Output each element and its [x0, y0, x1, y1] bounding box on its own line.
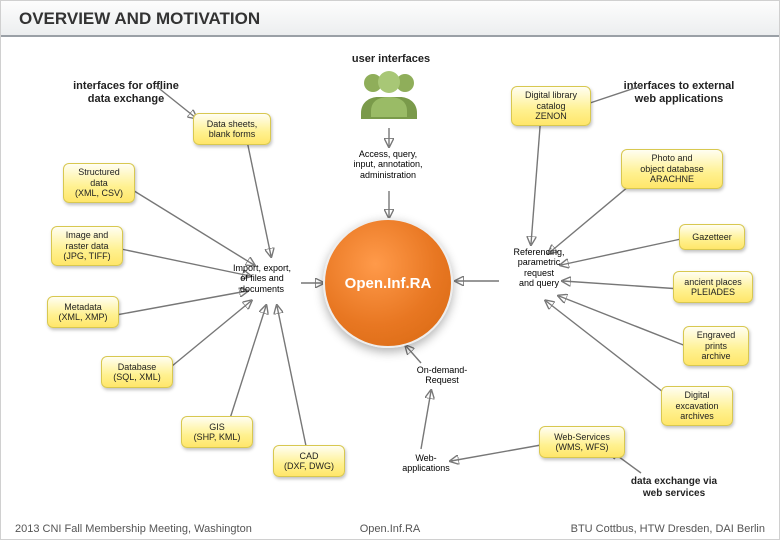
node-image: Image andraster data(JPG, TIFF): [51, 226, 123, 266]
label-webapps: Web-applications: [396, 453, 456, 474]
node-pleiades: ancient placesPLEIADES: [673, 271, 753, 303]
node-engraved: Engravedprintsarchive: [683, 326, 749, 366]
label-ondemand: On-demand-Request: [407, 365, 477, 386]
node-gazetteer: Gazetteer: [679, 224, 745, 250]
footer-right: BTU Cottbus, HTW Dresden, DAI Berlin: [571, 523, 765, 535]
label-access: Access, query,input, annotation,administ…: [338, 149, 438, 180]
label-import-export: Import, export,of files anddocuments: [223, 263, 301, 294]
node-structured: Structureddata(XML, CSV): [63, 163, 135, 203]
node-wms: Web-Services(WMS, WFS): [539, 426, 625, 458]
footer-center: Open.Inf.RA: [360, 523, 421, 535]
node-arachne: Photo andobject databaseARACHNE: [621, 149, 723, 189]
node-datasheets: Data sheets,blank forms: [193, 113, 271, 145]
slide: OVERVIEW AND MOTIVATION user interfaces …: [0, 0, 780, 540]
node-excavation: Digitalexcavationarchives: [661, 386, 733, 426]
people-icon: [353, 69, 425, 127]
node-gis: GIS(SHP, KML): [181, 416, 253, 448]
node-cad: CAD(DXF, DWG): [273, 445, 345, 477]
heading-webservices: data exchange viaweb services: [599, 476, 749, 499]
label-referencing: Referencing,parametricrequestand query: [499, 247, 579, 288]
node-database: Database(SQL, XML): [101, 356, 173, 388]
center-hub: Open.Inf.RA: [323, 218, 453, 348]
node-zenon: Digital librarycatalogZENON: [511, 86, 591, 126]
heading-external: interfaces to externalweb applications: [614, 80, 744, 105]
heading-user-interfaces: user interfaces: [336, 53, 446, 66]
node-metadata: Metadata(XML, XMP): [47, 296, 119, 328]
page-title: OVERVIEW AND MOTIVATION: [1, 1, 779, 37]
heading-offline: interfaces for offlinedata exchange: [61, 80, 191, 105]
footer-left: 2013 CNI Fall Membership Meeting, Washin…: [15, 523, 252, 535]
